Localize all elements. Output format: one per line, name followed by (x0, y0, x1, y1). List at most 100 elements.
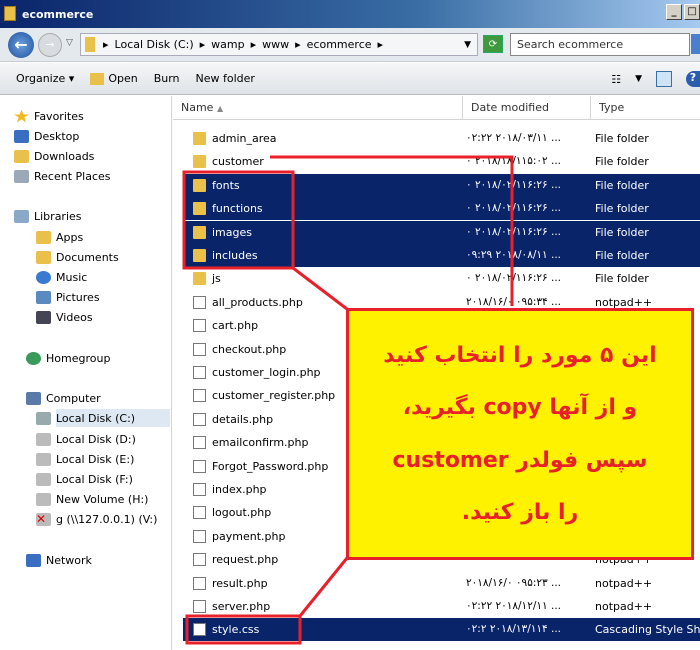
help-icon[interactable]: ? (686, 71, 700, 87)
nav-downloads[interactable]: Downloads (14, 147, 95, 165)
crumb-ecommerce[interactable]: ecommerce (307, 38, 372, 51)
preview-pane-icon[interactable] (656, 71, 672, 87)
nav-network-drive-v[interactable]: ✕ g (\\127.0.0.1) (V:) (36, 510, 158, 528)
file-icon (193, 553, 206, 567)
star-icon (14, 109, 29, 123)
file-icon (193, 483, 206, 496)
nav-local-disk-f[interactable]: Local Disk (F:) (36, 470, 133, 488)
nav-local-disk-d[interactable]: Local Disk (D:) (36, 430, 136, 448)
burn-button[interactable]: Burn (154, 72, 180, 85)
file-icon (193, 600, 206, 613)
nav-libraries[interactable]: Libraries (14, 207, 82, 225)
nav-apps[interactable]: Apps (36, 228, 84, 246)
column-date-modified[interactable]: Date modified (463, 96, 591, 120)
nav-favorites[interactable]: Favorites (14, 107, 84, 125)
videos-icon (36, 310, 51, 324)
file-icon (193, 389, 206, 403)
nav-pictures[interactable]: Pictures (36, 288, 100, 306)
nav-computer[interactable]: Computer (26, 389, 101, 407)
nav-new-volume-h[interactable]: New Volume (H:) (36, 490, 148, 508)
file-type: notpad++ (595, 600, 653, 613)
instruction-callout: این ۵ مورد را انتخاب کنید و از آنها copy… (346, 308, 694, 560)
crumb-local-disk[interactable]: Local Disk (C:) (115, 38, 194, 51)
file-date: ٢٠١٨/٠٢/١١ ٠۶:٢۶ ... (466, 202, 562, 215)
nav-local-disk-c[interactable]: Local Disk (C:) (36, 409, 170, 427)
crumb-sep-icon: ▸ (103, 38, 109, 51)
file-name: customer (212, 155, 264, 169)
column-name[interactable]: Name ▲ (173, 96, 463, 120)
file-date: ٢٠١٨/٠٨/١١ ٠٩:٢٩ ... (466, 249, 562, 261)
minimize-button[interactable]: _ (666, 4, 682, 20)
view-dropdown-icon[interactable]: ▼ (635, 74, 642, 84)
search-icon[interactable] (691, 34, 700, 54)
open-button[interactable]: Open (90, 72, 138, 85)
open-label: Open (108, 72, 138, 85)
nav-desktop[interactable]: Desktop (14, 127, 79, 145)
nav-label: Local Disk (F:) (56, 472, 133, 486)
nav-documents[interactable]: Documents (36, 248, 119, 266)
file-row[interactable]: admin_area ٢٠١٨/٠٣/١١ ٠٢:٢٢ ... File fol… (183, 127, 700, 150)
file-name: includes (212, 249, 258, 262)
nav-network[interactable]: Network (26, 551, 92, 569)
nav-videos[interactable]: Videos (36, 308, 93, 326)
file-type: Cascading Style Sh... (595, 623, 700, 637)
nav-recent-places[interactable]: Recent Places (14, 167, 111, 185)
file-row[interactable]: customer ٢٠١٨/١٨/١١ ٠۵:٠٢ ... File folde… (183, 150, 700, 173)
forward-button[interactable]: → (38, 33, 62, 57)
file-name: functions (212, 202, 263, 216)
file-type: File folder (595, 132, 649, 145)
nav-label: Music (56, 270, 88, 284)
new-folder-button[interactable]: New folder (196, 72, 255, 85)
file-row[interactable]: fonts ٢٠١٨/٠٢/١١ ٠۶:٢۶ ... File folder (183, 173, 700, 197)
crumb-www[interactable]: www (262, 38, 289, 51)
recent-places-icon (14, 169, 29, 183)
file-icon (193, 319, 206, 333)
refresh-button[interactable]: ⟳ (483, 35, 503, 53)
address-dropdown-icon[interactable]: ▼ (464, 40, 471, 50)
file-date: ٢٠١٨/١٣/١١ ٠٢:٢۴ ... (466, 623, 562, 636)
file-row[interactable]: result.php ٢٠١٨/١۶/٠٩ ٠۵:٢٣ ... notpad++ (183, 572, 700, 595)
callout-line: و از آنها copy بگیرید، (402, 395, 638, 421)
search-input[interactable]: Search ecommerce (510, 33, 690, 56)
crumb-wamp[interactable]: wamp (211, 38, 244, 51)
file-icon (193, 295, 206, 309)
file-icon (193, 342, 206, 356)
file-name: details.php (212, 412, 274, 426)
file-row[interactable]: server.php ٢٠١٨/١٢/١١ ٠٢:٢٢ ... notpad++ (183, 595, 700, 618)
file-row[interactable]: images ٢٠١٨/٠٢/١١ ٠۶:٢۶ ... File folder (183, 220, 700, 244)
file-row[interactable]: functions ٢٠١٨/٠٢/١١ ٠۶:٢۶ ... File fold… (183, 197, 700, 221)
nav-label: Documents (56, 250, 119, 264)
file-icon (193, 529, 206, 543)
view-options-icon[interactable]: ☷ (611, 73, 621, 86)
folder-icon (193, 249, 206, 262)
maximize-button[interactable]: □ (684, 4, 700, 20)
file-name: server.php (212, 600, 271, 613)
nav-label: Apps (56, 230, 84, 244)
nav-label: g (\\127.0.0.1) (V:) (56, 512, 158, 526)
nav-homegroup[interactable]: Homegroup (26, 349, 110, 367)
nav-label: Libraries (34, 209, 82, 223)
back-button[interactable]: ← (8, 32, 34, 58)
breadcrumb[interactable]: ▸ Local Disk (C:) ▸ wamp ▸ www ▸ ecommerce ▸… (80, 33, 478, 56)
file-name: customer_register.php (212, 389, 336, 403)
file-name: admin_area (212, 132, 277, 145)
open-icon (90, 73, 105, 85)
title-bar: ecommerce _ □ (0, 0, 700, 28)
nav-label: Downloads (34, 149, 95, 163)
file-row[interactable]: includes ٢٠١٨/٠٨/١١ ٠٩:٢٩ ... File folde… (183, 244, 700, 267)
organize-button[interactable]: Organize ▾ (16, 72, 74, 85)
network-icon (26, 553, 41, 567)
file-row[interactable]: js ٢٠١٨/٠٢/١١ ٠۶:٢۶ ... File folder (183, 267, 700, 290)
nav-music[interactable]: Music (36, 268, 88, 286)
column-type[interactable]: Type (591, 96, 700, 120)
folder-icon (193, 178, 206, 192)
documents-icon (36, 250, 51, 264)
drive-icon (36, 411, 51, 425)
nav-local-disk-e[interactable]: Local Disk (E:) (36, 450, 134, 468)
file-name: all_products.php (212, 295, 303, 309)
downloads-icon (14, 149, 29, 163)
file-row[interactable]: style.css ٢٠١٨/١٣/١١ ٠٢:٢۴ ... Cascading… (183, 618, 700, 642)
history-dropdown-icon[interactable]: ▽ (66, 38, 73, 48)
nav-label: Computer (46, 391, 101, 405)
file-name: Forgot_Password.php (212, 459, 329, 473)
